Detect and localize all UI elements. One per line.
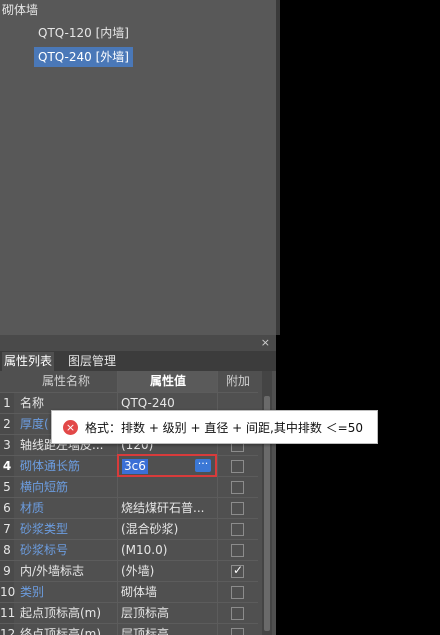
tree-root-label[interactable]: 砌体墙 <box>2 1 38 19</box>
more-button[interactable]: ··· <box>195 458 211 472</box>
property-value[interactable]: 层顶标高 <box>121 603 213 624</box>
extra-checkbox[interactable] <box>231 460 244 473</box>
row-number[interactable]: 8 <box>0 540 14 561</box>
row-number[interactable]: 4 <box>0 456 14 477</box>
property-value[interactable]: (混合砂浆) <box>121 519 213 540</box>
table-row[interactable]: 8 砂浆标号 (M10.0) <box>0 539 258 561</box>
row-number[interactable]: 5 <box>0 477 14 498</box>
component-tree: 砌体墙 QTQ-120 [内墙] QTQ-240 [外墙] <box>0 0 276 335</box>
tree-item-qtq-120[interactable]: QTQ-120 [内墙] <box>34 23 133 43</box>
property-value[interactable]: (外墙) <box>121 561 213 582</box>
table-row[interactable]: 9 内/外墙标志 (外墙) <box>0 560 258 582</box>
tab-bar: 属性列表 图层管理 <box>0 351 276 371</box>
tree-item-qtq-240[interactable]: QTQ-240 [外墙] <box>34 47 133 67</box>
property-name: 内/外墙标志 <box>20 564 85 578</box>
property-name: 砂浆标号 <box>20 543 69 557</box>
row-number[interactable]: 2 <box>0 414 14 435</box>
extra-checkbox[interactable] <box>231 607 244 620</box>
row-number[interactable]: 1 <box>0 393 14 414</box>
reinforcement-input[interactable]: 3c6 ··· <box>117 454 217 477</box>
property-value[interactable]: (M10.0) <box>121 540 213 561</box>
property-value[interactable] <box>121 477 213 498</box>
property-name: 材质 <box>20 501 45 515</box>
property-name: 类别 <box>20 585 45 599</box>
row-number[interactable]: 10 <box>0 582 15 603</box>
property-value[interactable]: 砌体墙 <box>121 582 213 603</box>
row-number[interactable]: 12 <box>0 624 15 635</box>
extra-checkbox[interactable] <box>231 586 244 599</box>
header-property-name[interactable]: 属性名称 <box>14 371 118 392</box>
extra-checkbox[interactable] <box>231 628 244 635</box>
extra-checkbox[interactable] <box>231 544 244 557</box>
extra-checkbox[interactable] <box>231 523 244 536</box>
error-icon: × <box>63 420 78 435</box>
row-number[interactable]: 6 <box>0 498 14 519</box>
row-number[interactable]: 3 <box>0 435 14 456</box>
tab-property-list[interactable]: 属性列表 <box>2 352 55 371</box>
table-row[interactable]: 11 起点顶标高(m) 层顶标高 <box>0 602 258 624</box>
row-number[interactable]: 7 <box>0 519 14 540</box>
header-extra[interactable]: 附加 <box>218 371 258 392</box>
property-name: 砂浆类型 <box>20 522 69 536</box>
extra-checkbox[interactable] <box>231 563 244 578</box>
table-row[interactable]: 12 终点顶标高(m) 层顶标高 <box>0 623 258 635</box>
extra-checkbox[interactable] <box>231 502 244 515</box>
table-row[interactable]: 7 砂浆类型 (混合砂浆) <box>0 518 258 540</box>
table-row[interactable]: 6 材质 烧结煤矸石普... <box>0 497 258 519</box>
tab-layer-management[interactable]: 图层管理 <box>66 352 118 371</box>
close-icon[interactable]: × <box>261 335 270 351</box>
property-name: 横向短筋 <box>20 480 69 494</box>
panel-splitter[interactable]: × <box>0 335 276 351</box>
header-property-value[interactable]: 属性值 <box>118 371 218 392</box>
property-value[interactable]: 烧结煤矸石普... <box>121 498 213 519</box>
property-name: 砌体通长筋 <box>20 459 81 473</box>
property-name: 起点顶标高(m) <box>20 606 102 620</box>
tree-scrollbar[interactable] <box>276 0 280 335</box>
table-row[interactable]: 5 横向短筋 <box>0 476 258 498</box>
row-number[interactable]: 11 <box>0 603 15 624</box>
property-name: 终点顶标高(m) <box>20 627 102 635</box>
format-tooltip: × 格式：排数 + 级别 + 直径 + 间距,其中排数 ＜=50 <box>51 410 378 444</box>
table-row[interactable]: 10 类别 砌体墙 <box>0 581 258 603</box>
extra-checkbox[interactable] <box>231 481 244 494</box>
property-value[interactable]: 层顶标高 <box>121 624 213 635</box>
tooltip-text: 格式：排数 + 级别 + 直径 + 间距,其中排数 ＜=50 <box>85 421 364 435</box>
reinforcement-input-value[interactable]: 3c6 <box>122 459 148 474</box>
row-number[interactable]: 9 <box>0 561 14 582</box>
